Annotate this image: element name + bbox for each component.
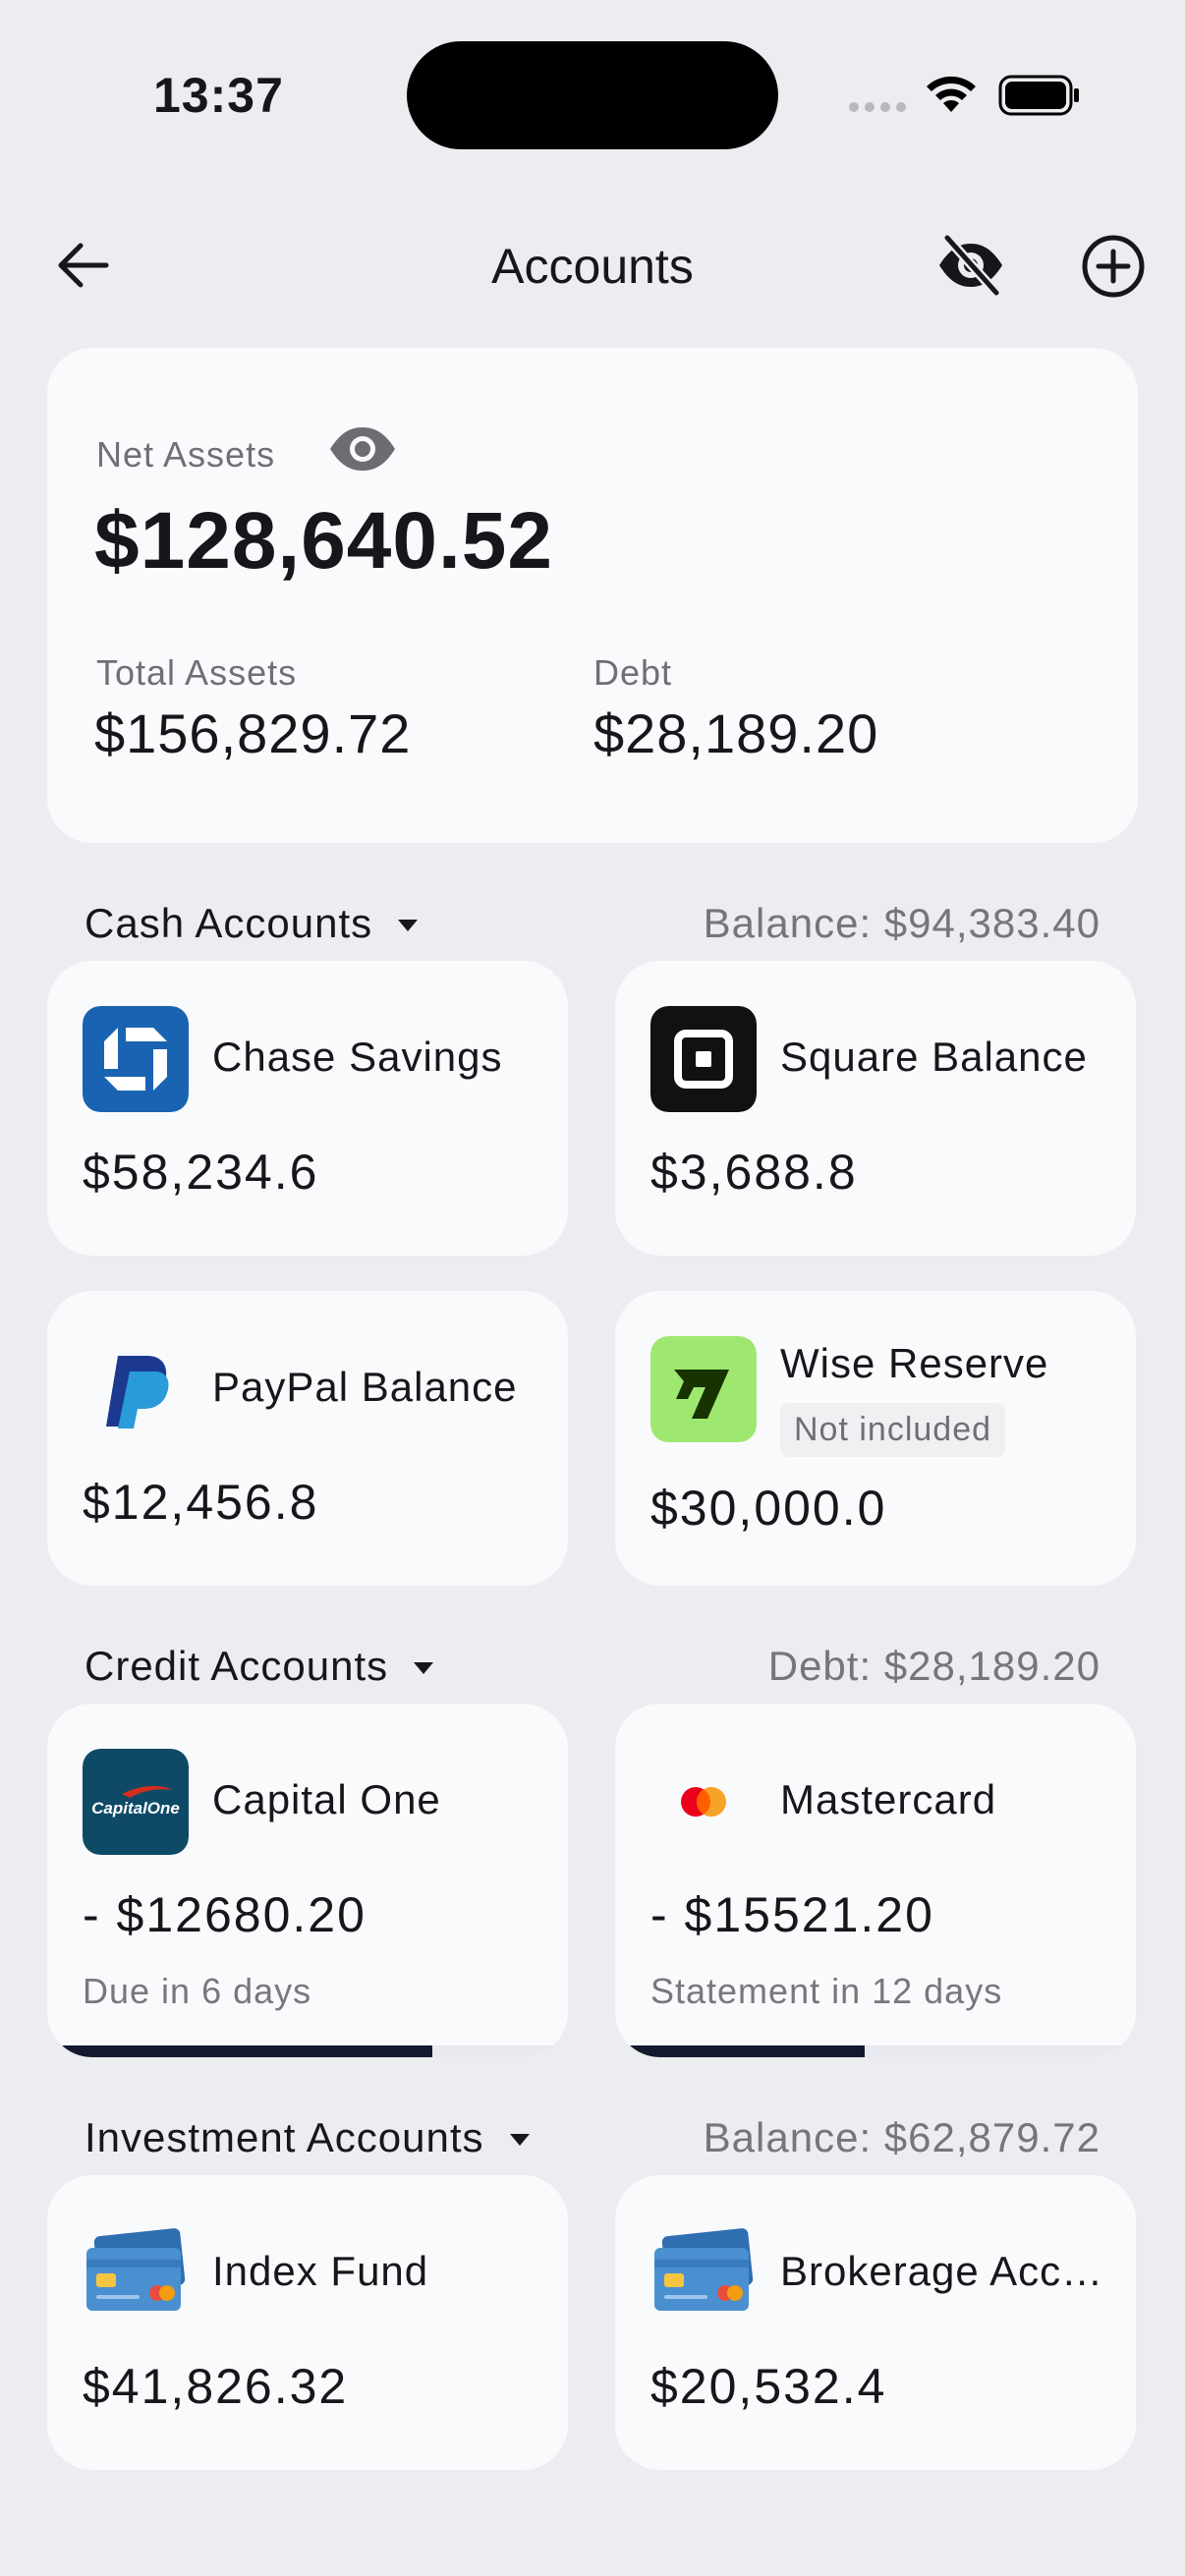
- utilization-fill: [47, 2045, 433, 2057]
- debt-value: $28,189.20: [593, 702, 879, 764]
- investment-accounts-header[interactable]: Investment Accounts Balance: $62,879.72: [0, 2106, 1185, 2165]
- account-debt: - $12680.20: [83, 1887, 367, 1942]
- caret-down-icon: [414, 1662, 434, 1674]
- section-title[interactable]: Cash Accounts: [85, 900, 419, 947]
- total-assets-label: Total Assets: [96, 652, 298, 693]
- caret-down-icon: [398, 920, 419, 931]
- net-assets-card: Net Assets $128,640.52 Total Assets $156…: [47, 348, 1138, 843]
- section-title-text: Credit Accounts: [85, 1643, 389, 1689]
- eye-icon[interactable]: [328, 424, 397, 474]
- dynamic-island: [407, 41, 778, 149]
- account-name: Brokerage Acc…: [780, 2248, 1104, 2294]
- page-title: Accounts: [491, 239, 694, 294]
- account-debt: - $15521.20: [650, 1887, 934, 1942]
- wifi-icon: [927, 76, 976, 112]
- add-circle-icon[interactable]: [1081, 234, 1146, 299]
- statement-note: Statement in 12 days: [650, 1971, 1003, 2011]
- cellular-signal-icon: [849, 102, 906, 112]
- square-logo: [650, 1006, 757, 1112]
- paypal-logo: [106, 1356, 169, 1428]
- account-balance: $41,826.32: [83, 2359, 349, 2414]
- account-name: Index Fund: [212, 2248, 429, 2294]
- account-card-paypal-balance[interactable]: PayPal Balance $12,456.8: [47, 1291, 568, 1586]
- account-balance: $30,000.0: [650, 1481, 887, 1536]
- utilization-bar: [47, 2045, 568, 2057]
- net-assets-value: $128,640.52: [94, 496, 554, 586]
- account-card-chase-savings[interactable]: Chase Savings $58,234.6: [47, 961, 568, 1256]
- account-card-mastercard[interactable]: Mastercard - $15521.20 Statement in 12 d…: [615, 1704, 1136, 2057]
- wise-logo: [650, 1336, 757, 1442]
- account-card-brokerage[interactable]: Brokerage Acc… $20,532.4: [615, 2175, 1136, 2470]
- account-card-square-balance[interactable]: Square Balance $3,688.8: [615, 961, 1136, 1256]
- status-bar: 13:37: [0, 0, 1185, 187]
- utilization-fill: [615, 2045, 866, 2057]
- mastercard-logo: [681, 1787, 726, 1817]
- account-balance: $20,532.4: [650, 2359, 887, 2414]
- section-balance: Balance: $62,879.72: [703, 2114, 1100, 2160]
- status-time: 13:37: [153, 68, 284, 123]
- section-title[interactable]: Investment Accounts: [85, 2114, 530, 2161]
- account-card-wise-reserve[interactable]: Wise Reserve Not included $30,000.0: [615, 1291, 1136, 1586]
- section-title[interactable]: Credit Accounts: [85, 1643, 434, 1690]
- section-title-text: Cash Accounts: [85, 900, 373, 946]
- utilization-bar: [615, 2045, 1136, 2057]
- account-name: Mastercard: [780, 1776, 997, 1822]
- credit-accounts-header[interactable]: Credit Accounts Debt: $28,189.20: [0, 1635, 1185, 1694]
- account-balance: $3,688.8: [650, 1145, 858, 1200]
- debt-label: Debt: [593, 652, 673, 693]
- credit-card-icon: [86, 2228, 186, 2311]
- credit-card-icon: [654, 2228, 754, 2311]
- due-note: Due in 6 days: [83, 1971, 312, 2011]
- section-title-text: Investment Accounts: [85, 2114, 484, 2160]
- section-balance: Balance: $94,383.40: [703, 900, 1100, 946]
- section-debt: Debt: $28,189.20: [767, 1643, 1100, 1689]
- account-name: Chase Savings: [212, 1034, 503, 1080]
- cash-accounts-header[interactable]: Cash Accounts Balance: $94,383.40: [0, 892, 1185, 951]
- battery-icon: [998, 75, 1079, 116]
- svg-text:CapitalOne: CapitalOne: [91, 1799, 180, 1818]
- total-assets-value: $156,829.72: [94, 702, 412, 764]
- account-card-capital-one[interactable]: CapitalOne Capital One - $12680.20 Due i…: [47, 1704, 568, 2057]
- account-name: Wise Reserve: [780, 1340, 1049, 1386]
- chase-logo: [83, 1006, 189, 1112]
- account-name: PayPal Balance: [212, 1364, 518, 1410]
- top-bar: Accounts: [0, 216, 1185, 314]
- not-included-badge: Not included: [780, 1403, 1006, 1457]
- account-card-index-fund[interactable]: Index Fund $41,826.32: [47, 2175, 568, 2470]
- account-balance: $58,234.6: [83, 1145, 319, 1200]
- eye-slash-icon[interactable]: [935, 234, 1006, 297]
- account-name: Square Balance: [780, 1034, 1088, 1080]
- net-assets-label: Net Assets: [96, 434, 276, 475]
- account-name: Capital One: [212, 1776, 441, 1822]
- capital-one-logo: CapitalOne: [83, 1749, 189, 1855]
- caret-down-icon: [509, 2134, 530, 2146]
- account-balance: $12,456.8: [83, 1475, 319, 1530]
